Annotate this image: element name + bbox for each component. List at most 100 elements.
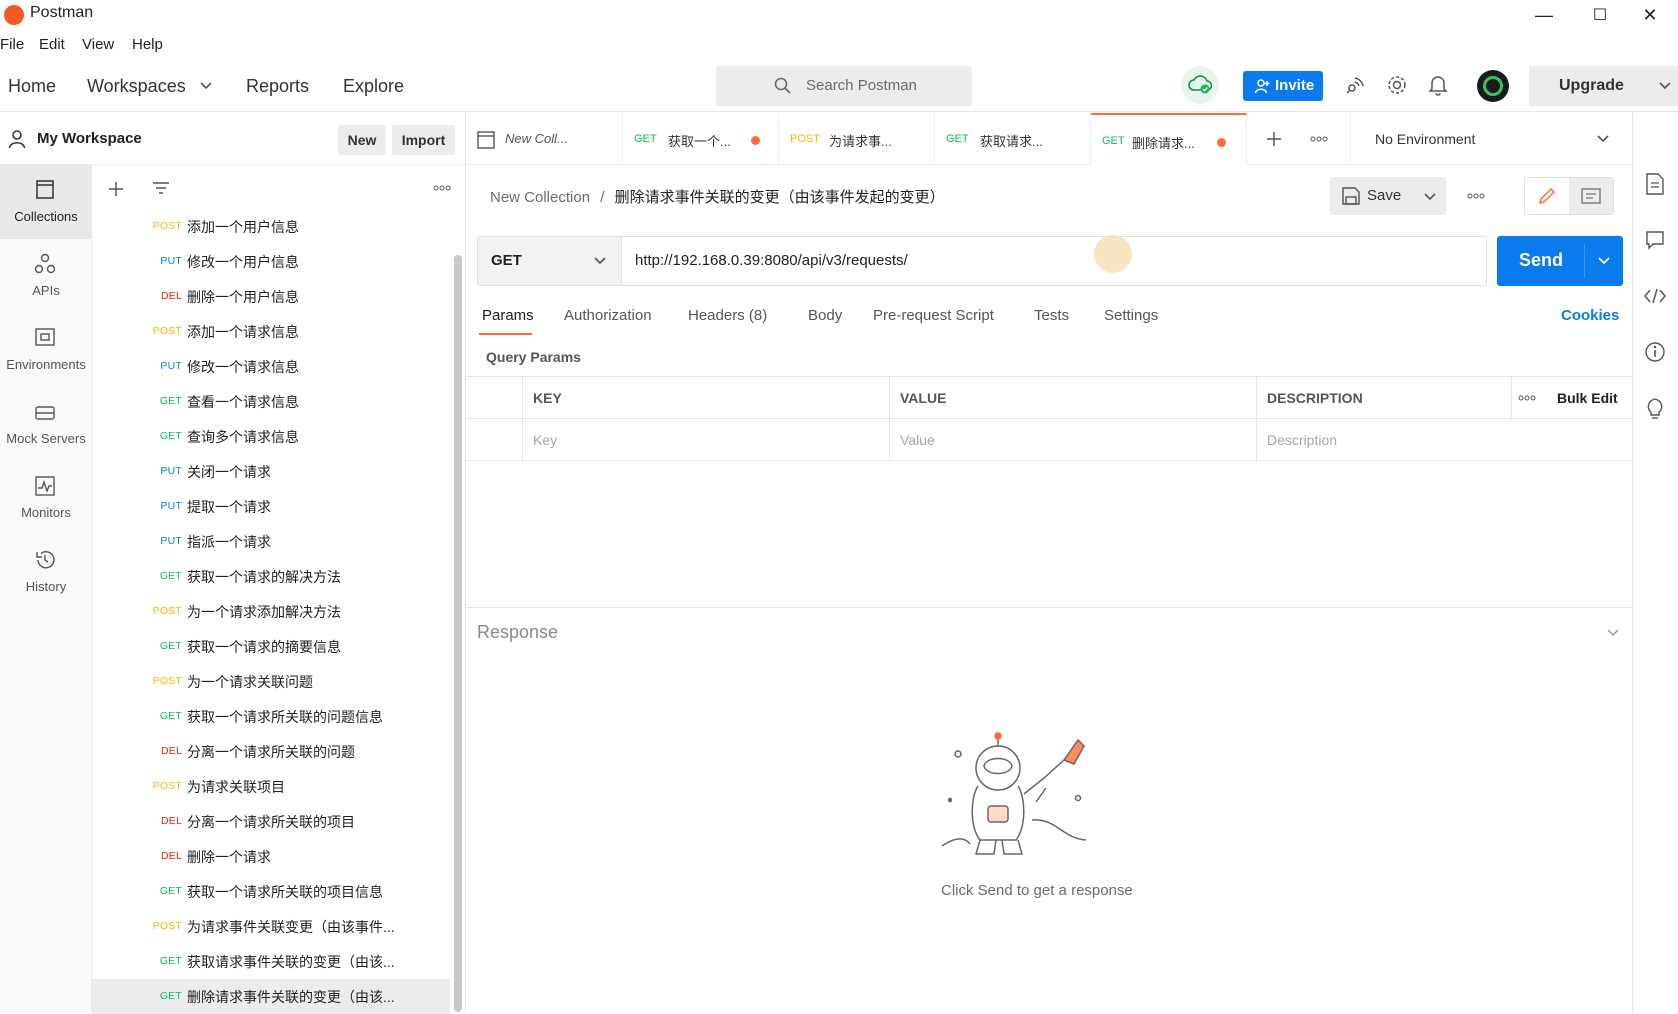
request-item[interactable]: PUT 指派一个请求 <box>92 524 450 559</box>
close-window-button[interactable]: ✕ <box>1622 0 1678 30</box>
sidebar-item-collections[interactable]: Collections <box>0 165 92 239</box>
request-item[interactable]: PUT 修改一个请求信息 <box>92 349 450 384</box>
tab-tests[interactable]: Tests <box>1034 307 1069 324</box>
menu-file[interactable]: File <box>0 36 24 53</box>
more-options-icon[interactable] <box>1518 395 1536 401</box>
url-input[interactable]: http://192.168.0.39:8080/api/v3/requests… <box>624 237 1486 285</box>
app-header: Home Workspaces Reports Explore Search P… <box>0 60 1678 112</box>
request-name[interactable]: 删除请求事件关联的变更（由该事件发起的变更） <box>615 189 945 206</box>
tab-body[interactable]: Body <box>808 307 842 324</box>
tab-request-active[interactable]: GET 删除请求... <box>1091 113 1247 165</box>
sidebar-item-monitors[interactable]: Monitors <box>0 461 92 535</box>
info-icon[interactable] <box>1644 341 1666 363</box>
request-item[interactable]: DEL 删除一个用户信息 <box>92 279 450 314</box>
request-item[interactable]: GET 获取一个请求所关联的问题信息 <box>92 699 450 734</box>
breadcrumb-collection[interactable]: New Collection <box>490 189 590 206</box>
request-item[interactable]: POST 为一个请求添加解决方法 <box>92 594 450 629</box>
nav-home[interactable]: Home <box>8 76 56 97</box>
tab-request[interactable]: GET 获取请求... <box>935 113 1091 165</box>
avatar[interactable] <box>1477 70 1509 102</box>
filter-icon[interactable] <box>152 182 170 196</box>
value-input[interactable]: Value <box>890 419 1257 461</box>
save-button[interactable]: Save <box>1330 177 1446 215</box>
minimize-button[interactable]: — <box>1516 0 1572 30</box>
request-item[interactable]: GET 获取请求事件关联的变更（由该... <box>92 944 450 979</box>
request-item[interactable]: GET 删除请求事件关联的变更（由该... <box>92 979 450 1014</box>
code-icon[interactable] <box>1644 288 1666 304</box>
more-tabs-icon[interactable] <box>1310 136 1328 142</box>
tab-settings[interactable]: Settings <box>1104 307 1158 324</box>
documentation-icon[interactable] <box>1645 173 1665 195</box>
sync-status-button[interactable] <box>1181 66 1219 104</box>
lightbulb-icon[interactable] <box>1645 397 1665 419</box>
chevron-down-icon[interactable] <box>1607 629 1619 637</box>
nav-workspaces[interactable]: Workspaces <box>87 76 186 97</box>
comments-icon[interactable] <box>1645 230 1665 250</box>
new-button[interactable]: New <box>338 125 386 155</box>
add-icon[interactable] <box>108 181 124 197</box>
satellite-icon[interactable] <box>1343 76 1365 96</box>
menu-edit[interactable]: Edit <box>39 36 65 53</box>
tab-headers[interactable]: Headers (8) <box>688 307 767 324</box>
settings-gear-icon[interactable] <box>1386 74 1408 96</box>
nav-explore[interactable]: Explore <box>343 76 404 97</box>
request-item[interactable]: DEL 分离一个请求所关联的问题 <box>92 734 450 769</box>
import-button[interactable]: Import <box>392 125 455 155</box>
notifications-bell-icon[interactable] <box>1428 74 1448 96</box>
tab-params[interactable]: Params <box>482 307 534 324</box>
maximize-button[interactable]: ☐ <box>1572 0 1628 30</box>
request-item[interactable]: GET 查看一个请求信息 <box>92 384 450 419</box>
more-actions-icon[interactable] <box>1467 193 1485 199</box>
comment-mode-button[interactable] <box>1569 178 1613 214</box>
request-name: 获取请求事件关联的变更（由该... <box>187 954 395 970</box>
request-item[interactable]: DEL 分离一个请求所关联的项目 <box>92 804 450 839</box>
method-select[interactable]: GET <box>478 237 622 285</box>
sidebar-item-environments[interactable]: Environments <box>0 313 92 387</box>
request-item[interactable]: POST 为一个请求关联问题 <box>92 664 450 699</box>
chevron-down-icon[interactable] <box>1424 193 1436 201</box>
request-item[interactable]: PUT 提取一个请求 <box>92 489 450 524</box>
request-item[interactable]: POST 添加一个用户信息 <box>92 209 450 244</box>
workspace-name[interactable]: My Workspace <box>37 130 142 147</box>
pencil-icon <box>1538 187 1556 205</box>
bulk-edit-button[interactable]: Bulk Edit <box>1557 390 1618 406</box>
edit-mode-button[interactable] <box>1525 178 1569 214</box>
request-item[interactable]: PUT 关闭一个请求 <box>92 454 450 489</box>
request-item[interactable]: PUT 修改一个用户信息 <box>92 244 450 279</box>
request-item[interactable]: GET 获取一个请求的解决方法 <box>92 559 450 594</box>
request-item[interactable]: POST 为请求事件关联变更（由该事件... <box>92 909 450 944</box>
nav-reports[interactable]: Reports <box>246 76 309 97</box>
send-button[interactable]: Send <box>1497 236 1623 286</box>
request-item[interactable]: GET 获取一个请求的摘要信息 <box>92 629 450 664</box>
invite-button[interactable]: Invite <box>1243 71 1323 101</box>
request-item[interactable]: DEL 删除一个请求 <box>92 839 450 874</box>
upgrade-button[interactable]: Upgrade <box>1529 66 1678 106</box>
request-item[interactable]: POST 为请求关联项目 <box>92 769 450 804</box>
cookies-link[interactable]: Cookies <box>1561 307 1619 324</box>
chevron-down-icon[interactable] <box>1598 257 1610 265</box>
tab-authorization[interactable]: Authorization <box>564 307 652 324</box>
tab-new-collection[interactable]: New Coll... <box>467 113 623 165</box>
menu-view[interactable]: View <box>82 36 114 53</box>
key-input[interactable]: Key <box>523 419 890 461</box>
sidebar-item-history[interactable]: History <box>0 535 92 609</box>
chevron-down-icon[interactable] <box>200 82 212 90</box>
chevron-down-icon[interactable] <box>1659 82 1671 90</box>
tree-scrollbar[interactable] <box>454 255 462 1012</box>
new-tab-icon[interactable] <box>1266 131 1282 147</box>
environment-selector[interactable]: No Environment <box>1350 113 1632 165</box>
more-options-icon[interactable] <box>433 185 451 191</box>
tab-pre-request-script[interactable]: Pre-request Script <box>873 307 994 324</box>
tab-request[interactable]: POST 为请求事... <box>779 113 935 165</box>
request-item[interactable]: GET 获取一个请求所关联的项目信息 <box>92 874 450 909</box>
request-item[interactable]: POST 添加一个请求信息 <box>92 314 450 349</box>
request-item[interactable]: GET 查询多个请求信息 <box>92 419 450 454</box>
tab-request[interactable]: GET 获取一个... <box>623 113 779 165</box>
sidebar-item-apis[interactable]: APIs <box>0 239 92 313</box>
search-input[interactable]: Search Postman <box>716 66 972 106</box>
chevron-down-icon <box>594 257 606 265</box>
description-input[interactable]: Description <box>1257 419 1632 461</box>
request-name: 获取一个请求的解决方法 <box>187 569 341 585</box>
menu-help[interactable]: Help <box>132 36 163 53</box>
sidebar-item-mock-servers[interactable]: Mock Servers <box>0 387 92 461</box>
